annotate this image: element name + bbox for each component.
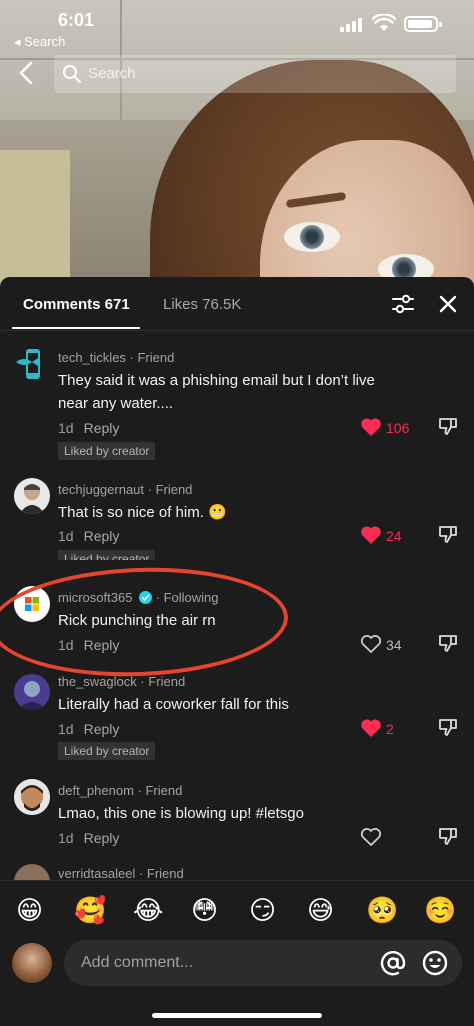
emoji-smiling-hearts[interactable]: 🥰 bbox=[74, 895, 106, 925]
like-count: 24 bbox=[386, 528, 402, 544]
search-icon bbox=[63, 65, 82, 84]
emoji-picker-icon[interactable] bbox=[422, 950, 448, 976]
username-text[interactable]: verridtasaleel bbox=[58, 866, 135, 880]
comment-meta: 1d Reply bbox=[58, 721, 119, 737]
username-text[interactable]: deft_phenom bbox=[58, 783, 134, 798]
comment-text: They said it was a phishing email but I … bbox=[58, 372, 375, 412]
mention-at-icon[interactable] bbox=[380, 950, 406, 976]
dislike-icon[interactable] bbox=[438, 524, 458, 544]
like-count: 2 bbox=[386, 721, 394, 737]
tab-likes[interactable]: Likes 76.5K bbox=[163, 296, 241, 313]
comment-text: Literally had a coworker fall for this bbox=[58, 696, 289, 713]
my-avatar[interactable] bbox=[12, 943, 52, 983]
username-text[interactable]: tech_tickles bbox=[58, 350, 126, 365]
clock: 6:01 bbox=[58, 10, 95, 30]
liked-by-creator-badge: Liked by creator bbox=[58, 550, 156, 560]
active-tab-indicator bbox=[12, 327, 140, 329]
comment-age: 1d bbox=[58, 830, 74, 846]
memoji-avatar[interactable] bbox=[14, 779, 50, 815]
like-heart-icon[interactable] bbox=[360, 718, 382, 738]
emoji-grin[interactable]: 😁 bbox=[16, 895, 43, 925]
comment-text: That is so nice of him. 😬 bbox=[58, 504, 227, 521]
filter-sliders-icon[interactable] bbox=[392, 294, 414, 314]
comment-meta: 1d Reply bbox=[58, 830, 119, 846]
person-avatar[interactable] bbox=[14, 674, 50, 710]
relation-label: · Friend bbox=[144, 482, 193, 497]
back-chevron-icon[interactable] bbox=[14, 60, 40, 86]
dislike-icon[interactable] bbox=[438, 416, 458, 436]
cellular-signal-icon bbox=[340, 16, 366, 32]
battery-icon bbox=[404, 16, 442, 32]
home-indicator bbox=[152, 1013, 322, 1018]
relation-label: · Friend bbox=[135, 866, 184, 880]
like-heart-icon[interactable] bbox=[360, 525, 382, 545]
comment-tabs: Comments 671 Likes 76.5K bbox=[0, 277, 474, 331]
phone-fish-icon[interactable] bbox=[14, 346, 50, 382]
back-to-search-link[interactable]: ◂ Search bbox=[14, 34, 65, 50]
reply-button[interactable]: Reply bbox=[84, 528, 120, 544]
liked-by-creator-badge: Liked by creator bbox=[58, 442, 156, 460]
status-bar: 6:01 ◂ Search bbox=[0, 0, 474, 50]
comment-username[interactable]: tech_tickles · Friend bbox=[58, 350, 174, 365]
emoji-flushed[interactable]: 😳 bbox=[191, 895, 218, 925]
emoji-sweat-smile[interactable]: 😅 bbox=[307, 895, 334, 925]
person-avatar[interactable] bbox=[14, 864, 50, 880]
search-placeholder: Search bbox=[88, 65, 136, 82]
dislike-icon[interactable] bbox=[438, 633, 458, 653]
like-heart-outline-icon[interactable] bbox=[360, 634, 382, 654]
relation-label: · Friend bbox=[133, 783, 183, 798]
reply-button[interactable]: Reply bbox=[84, 420, 120, 436]
dislike-icon[interactable] bbox=[438, 826, 458, 846]
dislike-icon[interactable] bbox=[438, 717, 458, 737]
comment-meta: 1d Reply bbox=[58, 420, 119, 436]
comment-composer: Add comment... bbox=[0, 940, 474, 1026]
comment-age: 1d bbox=[58, 721, 74, 737]
iris bbox=[300, 225, 324, 249]
comment-item: the_swaglock · Friend Literally had a co… bbox=[0, 670, 474, 770]
comment-text: Lmao, this one is blowing up! #letsgo bbox=[58, 805, 304, 822]
reply-button[interactable]: Reply bbox=[84, 721, 120, 737]
door bbox=[0, 150, 70, 290]
emoji-tears-of-joy[interactable]: 😂 bbox=[133, 895, 163, 925]
comment-item: techjuggernaut · Friend That is so nice … bbox=[0, 478, 474, 568]
tab-comments[interactable]: Comments 671 bbox=[23, 296, 130, 313]
add-comment-placeholder: Add comment... bbox=[81, 954, 194, 971]
quick-emoji-bar: 😁 🥰 😂 😳 😏 😅 🥺 ☺️ bbox=[0, 880, 474, 940]
emoji-smirk[interactable]: 😏 bbox=[249, 895, 276, 925]
username-text[interactable]: techjuggernaut bbox=[58, 482, 144, 497]
username-text[interactable]: the_swaglock bbox=[58, 674, 137, 689]
comment-username[interactable]: the_swaglock · Friend bbox=[58, 674, 185, 689]
comment-username[interactable]: verridtasaleel · Friend bbox=[58, 866, 184, 880]
comment-item: tech_tickles · Friend They said it was a… bbox=[0, 346, 474, 464]
comment-username[interactable]: techjuggernaut · Friend bbox=[58, 482, 192, 497]
comment-meta: 1d Reply bbox=[58, 528, 119, 544]
reply-button[interactable]: Reply bbox=[84, 830, 120, 846]
comment-age: 1d bbox=[58, 528, 74, 544]
add-comment-input[interactable]: Add comment... bbox=[64, 940, 462, 986]
emoji-pleading[interactable]: 🥺 bbox=[366, 895, 398, 925]
like-heart-icon[interactable] bbox=[360, 417, 382, 437]
like-heart-outline-icon[interactable] bbox=[360, 827, 382, 847]
relation-label: · Friend bbox=[125, 350, 175, 365]
like-count: 34 bbox=[386, 637, 402, 653]
comment-age: 1d bbox=[58, 420, 74, 436]
like-count: 106 bbox=[386, 420, 410, 436]
emoji-smiling[interactable]: ☺️ bbox=[424, 895, 456, 925]
comment-item: deft_phenom · Friend Lmao, this one is b… bbox=[0, 779, 474, 853]
liked-by-creator-badge: Liked by creator bbox=[58, 742, 156, 760]
wifi-icon bbox=[372, 14, 396, 31]
relation-label: · Friend bbox=[136, 674, 186, 689]
comment-item: verridtasaleel · Friend bbox=[0, 862, 474, 880]
comment-username[interactable]: deft_phenom · Friend bbox=[58, 783, 182, 798]
search-input[interactable]: Search bbox=[54, 55, 456, 93]
person-avatar[interactable] bbox=[14, 478, 50, 514]
close-icon[interactable] bbox=[438, 294, 458, 314]
